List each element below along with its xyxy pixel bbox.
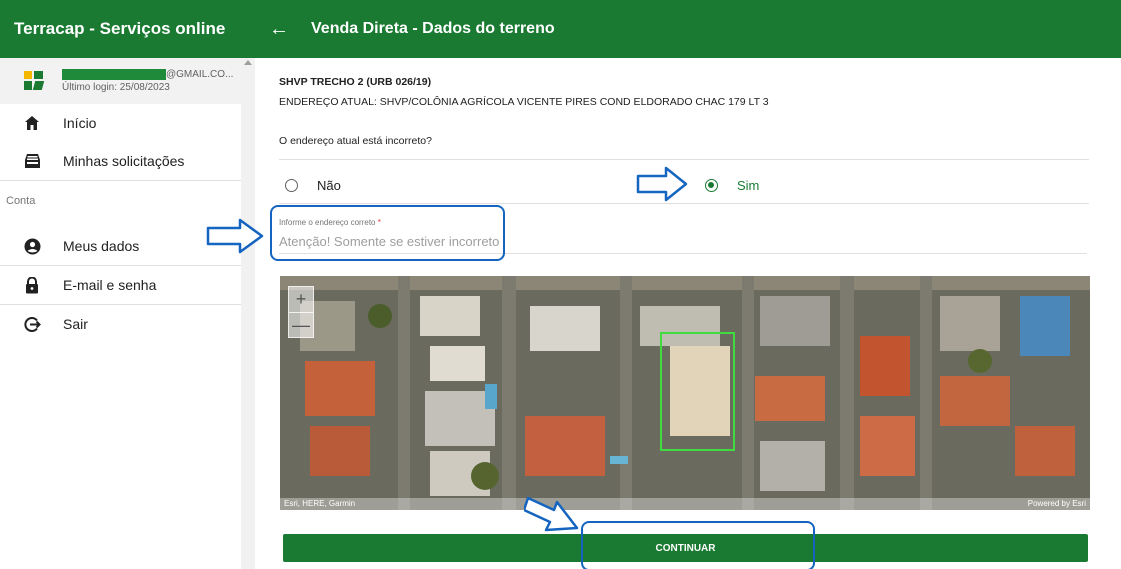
sidebar-divider <box>0 180 241 181</box>
map-credits: Esri, HERE, Garmin <box>284 499 356 508</box>
zoom-out-button[interactable]: — <box>289 312 313 337</box>
lot-title: SHVP TRECHO 2 (URB 026/19) <box>279 76 432 88</box>
sidebar-scroll-area: @GMAIL.CO... Último login: 25/08/2023 In… <box>0 58 255 569</box>
sidebar-item-sair[interactable]: Sair <box>0 305 241 343</box>
divider <box>279 203 1089 204</box>
top-bar: ← Venda Direta - Dados do terreno <box>255 0 1121 58</box>
home-icon <box>23 114 41 132</box>
sidebar-item-meus-dados[interactable]: Meus dados <box>0 227 241 265</box>
sidebar-item-label: E-mail e senha <box>63 277 157 293</box>
sidebar-item-minhas-solicitacoes[interactable]: Minhas solicitações <box>0 142 241 180</box>
sidebar-scrollbar[interactable] <box>241 58 255 569</box>
annotation-arrow-right-icon <box>636 166 688 202</box>
annotation-highlight-field <box>270 205 505 261</box>
main-content: SHVP TRECHO 2 (URB 026/19) ENDEREÇO ATUA… <box>255 58 1121 569</box>
radio-label: Sim <box>737 178 760 193</box>
radio-nao[interactable]: Não <box>285 178 341 193</box>
page-title: Venda Direta - Dados do terreno <box>311 20 555 37</box>
inbox-icon <box>23 152 41 170</box>
address-question: O endereço atual está incorreto? <box>279 135 432 147</box>
sidebar: Terracap - Serviços online @GMAIL.CO... … <box>0 0 255 569</box>
user-info: @GMAIL.CO... Último login: 25/08/2023 <box>0 58 241 104</box>
map-imagery <box>280 276 1090 510</box>
section-label-conta: Conta <box>6 195 36 207</box>
sidebar-item-label: Início <box>63 115 97 131</box>
radio-label: Não <box>317 178 341 193</box>
arrow-left-icon[interactable]: ← <box>269 19 289 39</box>
annotation-arrow-right-icon <box>206 218 264 254</box>
lock-icon <box>23 276 41 294</box>
zoom-in-button[interactable]: + <box>289 287 313 312</box>
app-title: Terracap - Serviços online <box>0 0 255 58</box>
last-login: Último login: 25/08/2023 <box>62 82 170 93</box>
radio-button[interactable] <box>285 179 298 192</box>
sidebar-item-label: Meus dados <box>63 238 140 254</box>
map-attribution-bar <box>280 498 1090 510</box>
sidebar-item-email-senha[interactable]: E-mail e senha <box>0 266 241 304</box>
divider <box>279 159 1089 160</box>
sidebar-item-label: Minhas solicitações <box>63 153 185 169</box>
terracap-logo-icon <box>24 71 45 91</box>
email-redacted <box>62 69 166 80</box>
sidebar-item-label: Sair <box>63 316 88 332</box>
current-address: ENDEREÇO ATUAL: SHVP/COLÔNIA AGRÍCOLA VI… <box>279 96 769 108</box>
logout-icon <box>23 315 41 333</box>
app-root: Terracap - Serviços online @GMAIL.CO... … <box>0 0 1121 569</box>
account-circle-icon <box>23 237 41 255</box>
sidebar-item-inicio[interactable]: Início <box>0 104 241 142</box>
map-powered-by: Powered by Esri <box>1027 499 1086 508</box>
map-zoom-control: + — <box>288 286 314 338</box>
annotation-highlight-continue <box>581 521 815 569</box>
satellite-map[interactable]: + — Esri, HERE, Garmin Powered by Esri <box>280 276 1090 510</box>
radio-button-checked[interactable] <box>705 179 718 192</box>
user-email: @GMAIL.CO... <box>166 69 234 80</box>
radio-sim[interactable]: Sim <box>705 178 759 193</box>
annotation-arrow-down-right-icon <box>524 496 579 532</box>
